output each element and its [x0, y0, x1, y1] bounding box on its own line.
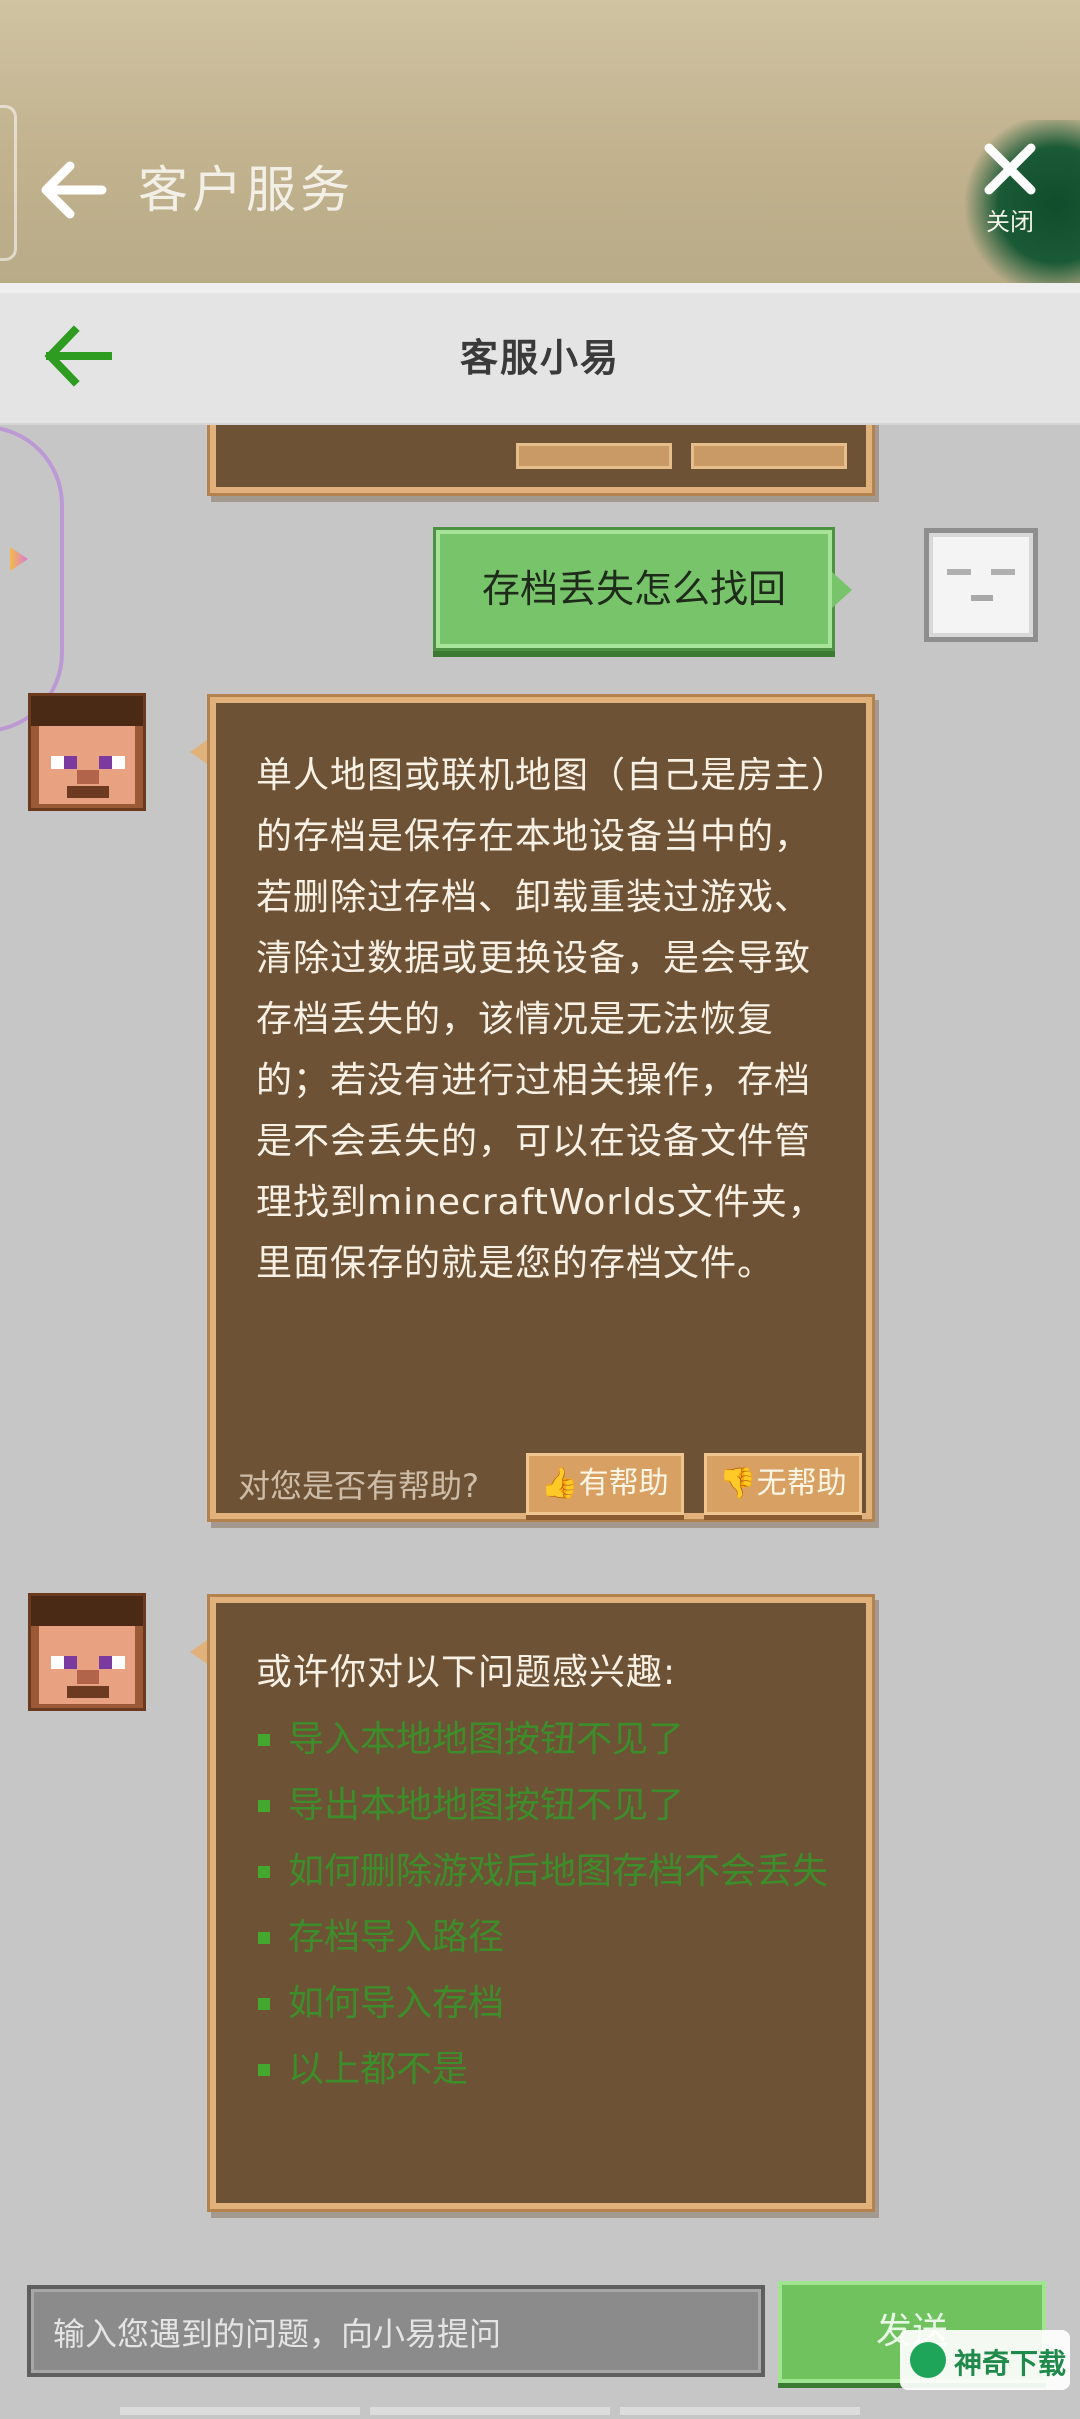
- suggestions-bubble: 或许你对以下问题感兴趣: 导入本地地图按钮不见了 导出本地地图按钮不见了 如何删…: [210, 1597, 872, 2209]
- side-handle: [0, 105, 17, 261]
- user-message-bubble: 存档丢失怎么找回: [436, 530, 852, 648]
- suggestion-link[interactable]: 如何删除游戏后地图存档不会丢失: [256, 1839, 836, 1905]
- previous-button: [691, 443, 847, 469]
- helpful-button[interactable]: 👍有帮助: [526, 1453, 684, 1515]
- bot-avatar: [28, 1593, 146, 1711]
- bottom-decoration: [120, 2400, 1080, 2415]
- suggestion-link[interactable]: 导入本地地图按钮不见了: [256, 1707, 836, 1773]
- bubble-tail: [190, 1638, 210, 1666]
- suggestion-link[interactable]: 如何导入存档: [256, 1971, 836, 2037]
- bot-avatar: [28, 693, 146, 811]
- suggestion-link[interactable]: 以上都不是: [256, 2037, 836, 2103]
- previous-message-bubble: [210, 425, 872, 493]
- watermark-logo-icon: [910, 2342, 946, 2378]
- bubble-tail: [190, 738, 210, 766]
- back-arrow-icon[interactable]: [38, 160, 108, 220]
- watermark-text: 神奇下载: [954, 2347, 1067, 2380]
- chat-title: 客服小易: [459, 336, 620, 380]
- user-avatar: [924, 528, 1038, 642]
- thumbs-up-icon: 👍: [541, 1466, 579, 1501]
- answer-text: 单人地图或联机地图（自己是房主）的存档是保存在本地设备当中的，若删除过存档、卸载…: [256, 755, 831, 1284]
- chat-nav-bar: 客服小易: [0, 293, 1080, 425]
- page-title: 客户服务: [138, 161, 354, 219]
- not-helpful-label: 无帮助: [756, 1466, 847, 1501]
- suggestions-list: 导入本地地图按钮不见了 导出本地地图按钮不见了 如何删除游戏后地图存档不会丢失 …: [256, 1707, 836, 2103]
- app-header: 客户服务 关闭: [0, 0, 1080, 283]
- not-helpful-button[interactable]: 👎无帮助: [704, 1453, 862, 1515]
- input-placeholder: 输入您遇到的问题，向小易提问: [53, 2315, 502, 2353]
- chat-area[interactable]: 存档丢失怎么找回 单人地图或联机地图（自己是房主）的存档是保存在本地设备当中的，…: [0, 425, 1080, 2275]
- feedback-question: 对您是否有帮助?: [238, 1467, 479, 1505]
- suggestions-title: 或许你对以下问题感兴趣:: [256, 1652, 677, 1693]
- divider: [0, 283, 1080, 293]
- thumbs-down-icon: 👎: [719, 1466, 757, 1501]
- question-input[interactable]: 输入您遇到的问题，向小易提问: [27, 2285, 765, 2377]
- suggestion-link[interactable]: 导出本地地图按钮不见了: [256, 1773, 836, 1839]
- close-button[interactable]: 关闭: [970, 140, 1050, 237]
- bot-answer-bubble: 单人地图或联机地图（自己是房主）的存档是保存在本地设备当中的，若删除过存档、卸载…: [210, 697, 872, 1519]
- close-label: 关闭: [986, 208, 1034, 236]
- previous-button: [516, 443, 672, 469]
- watermark: 神奇下载: [900, 2330, 1070, 2390]
- suggestion-link[interactable]: 存档导入路径: [256, 1905, 836, 1971]
- helpful-label: 有帮助: [578, 1466, 669, 1501]
- close-icon: [984, 143, 1036, 195]
- decorative-arc: [0, 425, 64, 733]
